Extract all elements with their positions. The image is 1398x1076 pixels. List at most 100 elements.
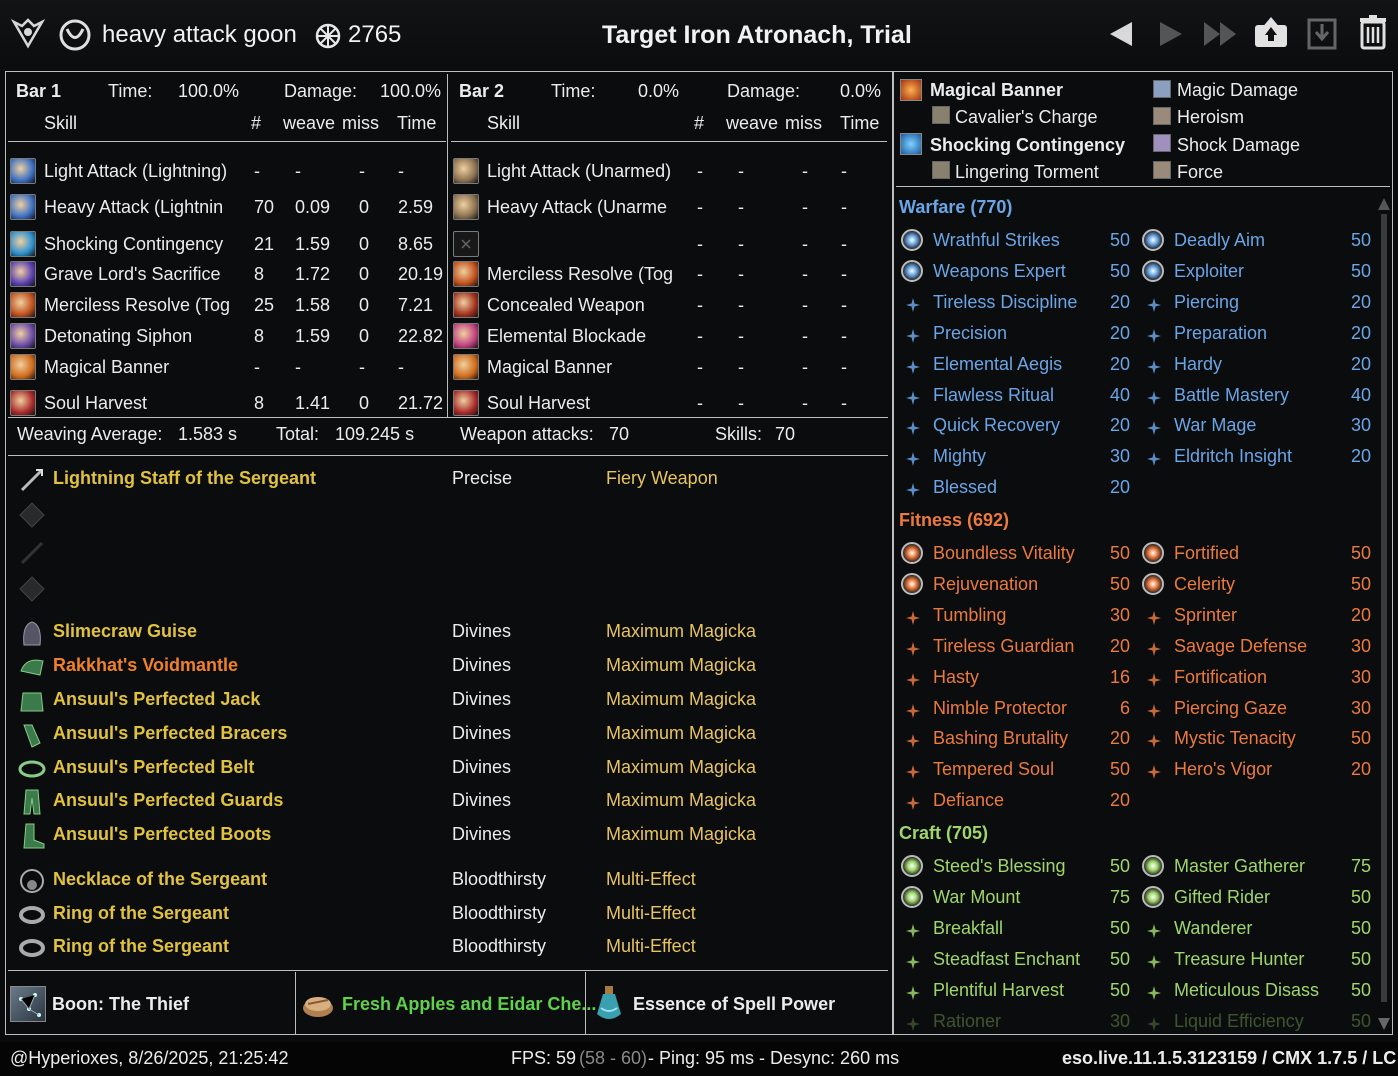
skill-time: -	[841, 161, 847, 181]
star-icon[interactable]	[1147, 358, 1161, 374]
cp-scrollbar[interactable]	[1377, 196, 1391, 1034]
skill-miss: 0	[359, 326, 370, 346]
potion-icon	[591, 984, 627, 1024]
slotted-star-icon[interactable]	[901, 229, 923, 251]
star-icon[interactable]	[1147, 922, 1161, 938]
cp-star-name: Blessed	[933, 477, 998, 498]
cp-star-name: Elemental Aegis	[933, 353, 1063, 374]
star-icon[interactable]	[906, 640, 920, 656]
star-icon[interactable]	[1147, 389, 1161, 405]
cp-star-name: War Mount	[933, 886, 1021, 907]
upload-icon[interactable]	[1253, 15, 1289, 49]
star-icon[interactable]	[1147, 450, 1161, 467]
cp-star-name: Wanderer	[1174, 917, 1253, 938]
slotted-star-icon[interactable]	[1142, 855, 1164, 877]
star-icon[interactable]	[906, 389, 920, 405]
star-icon[interactable]	[906, 732, 920, 749]
equipment-name: Ansuul's Perfected Guards	[53, 790, 284, 810]
star-icon[interactable]	[906, 922, 920, 938]
bar1-section: Bar 1 Time: 100.0% Damage: 100.0% Skill …	[8, 74, 446, 418]
total-value: 109.245 s	[335, 424, 415, 444]
buff-shock-damage: Shock Damage	[1177, 135, 1301, 155]
slotted-star-icon[interactable]	[1142, 229, 1164, 251]
star-icon[interactable]	[1147, 984, 1161, 1000]
cp-star-name: Tireless Guardian	[933, 635, 1075, 656]
star-icon[interactable]	[1147, 640, 1161, 656]
skill-time: -	[841, 234, 847, 254]
cp-star-name: Precision	[933, 322, 1008, 343]
cp-star-value: 20	[1109, 477, 1130, 498]
star-icon[interactable]	[1147, 763, 1161, 780]
cp-star-name: Treasure Hunter	[1174, 948, 1305, 969]
star-icon[interactable]	[906, 953, 920, 969]
empty-backbar-offhand-icon	[18, 575, 46, 603]
star-icon[interactable]	[906, 984, 920, 1000]
star-icon[interactable]	[1147, 609, 1161, 625]
cp-star-value: 20	[1350, 291, 1371, 312]
buff-shocking-contingency-icon	[900, 133, 922, 155]
star-icon[interactable]	[906, 450, 920, 467]
skill-miss: -	[359, 161, 365, 181]
skill-name: Light Attack (Unarmed)	[487, 161, 672, 181]
star-icon[interactable]	[906, 671, 920, 687]
star-icon[interactable]	[1147, 702, 1161, 718]
slotted-star-icon[interactable]	[1142, 572, 1164, 595]
star-icon[interactable]	[906, 1015, 920, 1031]
cp-star-value: 50	[1350, 1010, 1371, 1031]
next-arrow-icon[interactable]	[1156, 20, 1186, 48]
slotted-star-icon[interactable]	[1142, 885, 1164, 908]
slotted-star-icon[interactable]	[901, 572, 923, 595]
slotted-star-icon[interactable]	[1142, 542, 1164, 564]
buff-magical-banner-icon	[900, 79, 922, 101]
summary-divider	[8, 455, 888, 456]
bar2-time-value: 0.0%	[638, 81, 680, 101]
star-icon[interactable]	[1147, 732, 1161, 749]
buff-lingering-torment: Lingering Torment	[955, 162, 1099, 182]
star-icon[interactable]	[906, 481, 920, 498]
slotted-star-icon[interactable]	[901, 259, 923, 282]
star-icon[interactable]	[906, 327, 920, 343]
skill-weave: -	[295, 357, 301, 377]
prev-arrow-icon[interactable]	[1106, 20, 1136, 48]
cp-star-value: 50	[1109, 543, 1130, 563]
empty-backbar-icon	[18, 539, 46, 567]
bar2-col-count: #	[694, 113, 705, 133]
star-icon[interactable]	[1147, 419, 1161, 436]
cp-star-name: Nimble Protector	[933, 697, 1068, 718]
bar1-col-weave: weave	[283, 113, 336, 133]
slotted-star-icon[interactable]	[901, 542, 923, 564]
slotted-star-icon[interactable]	[1142, 259, 1164, 282]
equipment-trait: Bloodthirsty	[452, 936, 547, 956]
star-icon[interactable]	[1147, 296, 1161, 312]
cp-star-name: Meticulous Disass	[1174, 979, 1320, 1000]
equipment-name: Necklace of the Sergeant	[53, 869, 268, 889]
slotted-star-icon[interactable]	[901, 885, 923, 908]
star-icon[interactable]	[1147, 1015, 1161, 1031]
star-icon[interactable]	[1147, 327, 1161, 343]
star-icon[interactable]	[906, 419, 920, 436]
skill-time: 21.72	[398, 393, 444, 413]
skill-miss: 0	[359, 393, 370, 413]
last-arrow-icon[interactable]	[1202, 20, 1242, 48]
empty-offhand-icon	[18, 501, 46, 529]
skill-name: Magical Banner	[487, 357, 613, 377]
star-icon[interactable]	[906, 296, 920, 312]
star-icon[interactable]	[906, 763, 920, 780]
skills-value: 70	[775, 424, 796, 444]
cp-star-name: Master Gatherer	[1174, 856, 1306, 876]
star-icon[interactable]	[906, 609, 920, 625]
cp-star-value: 50	[1109, 979, 1130, 1000]
bar1-col-miss: miss	[342, 113, 379, 133]
save-icon[interactable]	[1306, 16, 1338, 50]
star-icon[interactable]	[1147, 953, 1161, 969]
equipment-trait: Divines	[452, 757, 512, 777]
star-icon[interactable]	[906, 794, 920, 811]
equipment-name: Lightning Staff of the Sergeant	[53, 468, 316, 488]
star-icon[interactable]	[906, 702, 920, 718]
trash-icon[interactable]	[1358, 14, 1388, 50]
star-icon[interactable]	[1147, 671, 1161, 687]
slotted-star-icon[interactable]	[901, 855, 923, 877]
equipment-enchant: Maximum Magicka	[606, 723, 757, 743]
star-icon[interactable]	[906, 358, 920, 374]
cp-star-name: Sprinter	[1174, 604, 1238, 625]
